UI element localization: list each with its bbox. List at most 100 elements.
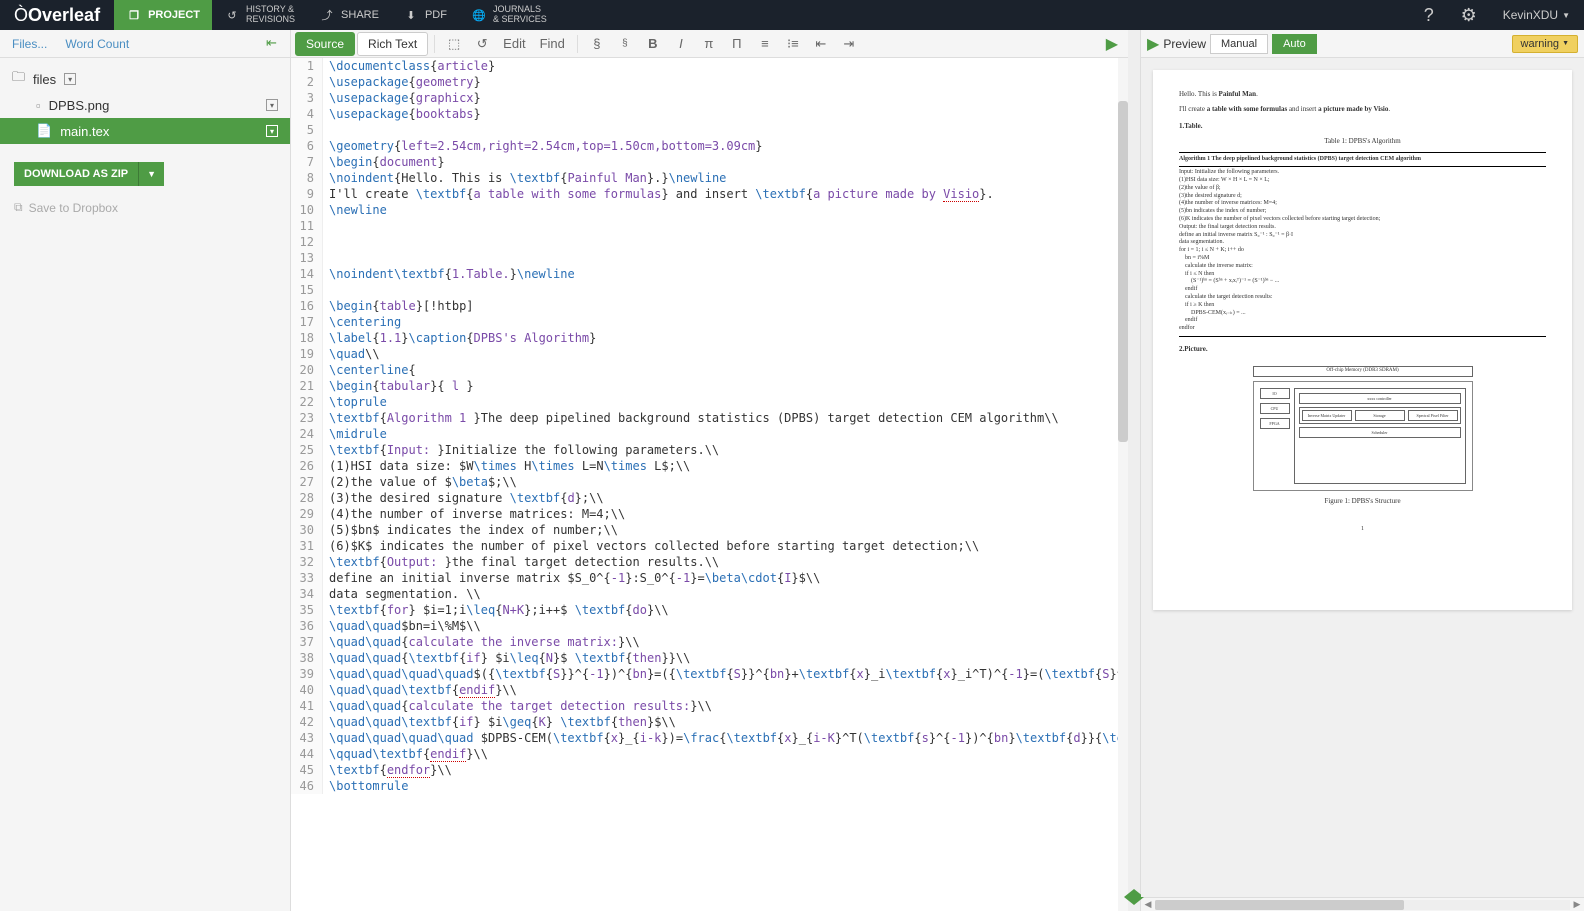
- code-line[interactable]: 44\qquad\textbf{endif}\\: [291, 746, 1128, 762]
- inline-math-button[interactable]: π: [696, 33, 722, 55]
- history-button[interactable]: ↺ HISTORY &REVISIONS: [212, 0, 307, 30]
- code-line[interactable]: 14\noindent\textbf{1.Table.}\newline: [291, 266, 1128, 282]
- brand-logo[interactable]: ÒOverleaf: [0, 0, 114, 30]
- history-icon[interactable]: ↺: [469, 33, 495, 55]
- code-line[interactable]: 27(2)the value of $\beta$;\\: [291, 474, 1128, 490]
- section-button[interactable]: §: [584, 33, 610, 55]
- pdf-viewer[interactable]: Hello. This is Painful Man. I'll create …: [1141, 58, 1584, 897]
- manual-toggle[interactable]: Manual: [1210, 34, 1268, 54]
- project-button[interactable]: ❐ PROJECT: [114, 0, 212, 30]
- pdf-page: Hello. This is Painful Man. I'll create …: [1153, 70, 1572, 610]
- file-row-image[interactable]: ▫ DPBS.png ▾: [0, 92, 290, 118]
- tex-file-icon: 📄: [36, 123, 52, 139]
- code-line[interactable]: 5: [291, 122, 1128, 138]
- code-line[interactable]: 12: [291, 234, 1128, 250]
- bullet-list-button[interactable]: ⁝≡: [780, 33, 806, 55]
- code-line[interactable]: 24\midrule: [291, 426, 1128, 442]
- subsection-button[interactable]: §: [612, 33, 638, 55]
- code-line[interactable]: 3\usepackage{graphicx}: [291, 90, 1128, 106]
- edit-menu[interactable]: Edit: [497, 33, 531, 55]
- code-line[interactable]: 39\quad\quad\quad\quad$({\textbf{S}}^{-1…: [291, 666, 1128, 682]
- code-line[interactable]: 2\usepackage{geometry}: [291, 74, 1128, 90]
- code-line[interactable]: 17\centering: [291, 314, 1128, 330]
- code-line[interactable]: 9I'll create \textbf{a table with some f…: [291, 186, 1128, 202]
- bold-button[interactable]: B: [640, 33, 666, 55]
- triangle-left-icon: [1124, 889, 1134, 905]
- richtext-toggle[interactable]: Rich Text: [357, 32, 428, 56]
- image-file-icon: ▫: [36, 98, 41, 113]
- auto-toggle[interactable]: Auto: [1272, 34, 1317, 54]
- code-line[interactable]: 1\documentclass{article}: [291, 58, 1128, 74]
- go-to-preview-icon[interactable]: ▶: [1100, 34, 1124, 54]
- code-line[interactable]: 32\textbf{Output: }the final target dete…: [291, 554, 1128, 570]
- save-dropbox-link[interactable]: ⧉ Save to Dropbox: [14, 200, 276, 215]
- code-line[interactable]: 28(3)the desired signature \textbf{d};\\: [291, 490, 1128, 506]
- file-row-tex[interactable]: 📄 main.tex ▾: [0, 118, 290, 144]
- display-math-button[interactable]: Π: [724, 33, 750, 55]
- code-line[interactable]: 36\quad\quad$bn=i\%M$\\: [291, 618, 1128, 634]
- chevron-down-icon[interactable]: ▾: [64, 73, 76, 85]
- pdf-button[interactable]: ⬇ PDF: [391, 0, 459, 30]
- code-line[interactable]: 42\quad\quad\textbf{if} $i\geq{K} \textb…: [291, 714, 1128, 730]
- code-line[interactable]: 30(5)$bn$ indicates the index of number;…: [291, 522, 1128, 538]
- code-line[interactable]: 8\noindent{Hello. This is \textbf{Painfu…: [291, 170, 1128, 186]
- files-tab[interactable]: Files...: [6, 35, 53, 53]
- code-line[interactable]: 25\textbf{Input: }Initialize the followi…: [291, 442, 1128, 458]
- numbered-list-button[interactable]: ≡: [752, 33, 778, 55]
- code-line[interactable]: 26(1)HSI data size: $W\times H\times L=N…: [291, 458, 1128, 474]
- code-line[interactable]: 11: [291, 218, 1128, 234]
- column-divider[interactable]: [1128, 30, 1140, 911]
- code-line[interactable]: 31(6)$K$ indicates the number of pixel v…: [291, 538, 1128, 554]
- code-line[interactable]: 7\begin{document}: [291, 154, 1128, 170]
- indent-button[interactable]: ⇥: [836, 33, 862, 55]
- italic-button[interactable]: I: [668, 33, 694, 55]
- settings-button[interactable]: ⚙: [1449, 0, 1489, 30]
- code-line[interactable]: 38\quad\quad{\textbf{if} $i\leq{N}$ \tex…: [291, 650, 1128, 666]
- code-line[interactable]: 20\centerline{: [291, 362, 1128, 378]
- code-line[interactable]: 29(4)the number of inverse matrices: M=4…: [291, 506, 1128, 522]
- editor-scrollbar[interactable]: [1118, 58, 1128, 911]
- code-line[interactable]: 4\usepackage{booktabs}: [291, 106, 1128, 122]
- code-line[interactable]: 15: [291, 282, 1128, 298]
- code-line[interactable]: 40\quad\quad\textbf{endif}\\: [291, 682, 1128, 698]
- code-line[interactable]: 22\toprule: [291, 394, 1128, 410]
- code-line[interactable]: 19\quad\\: [291, 346, 1128, 362]
- wordcount-tab[interactable]: Word Count: [59, 35, 135, 53]
- collapse-sidebar-icon[interactable]: ⇤: [266, 35, 284, 53]
- code-line[interactable]: 34data segmentation. \\: [291, 586, 1128, 602]
- code-line[interactable]: 13: [291, 250, 1128, 266]
- help-button[interactable]: ?: [1409, 0, 1449, 30]
- chevron-down-icon[interactable]: ▾: [266, 125, 278, 137]
- chevron-down-icon[interactable]: ▾: [266, 99, 278, 111]
- code-editor[interactable]: 1\documentclass{article}2\usepackage{geo…: [291, 58, 1128, 911]
- preview-hscroll[interactable]: ◀▶: [1141, 897, 1584, 911]
- code-line[interactable]: 18\label{1.1}\caption{DPBS's Algorithm}: [291, 330, 1128, 346]
- outdent-button[interactable]: ⇤: [808, 33, 834, 55]
- history-icon: ↺: [224, 7, 240, 23]
- code-line[interactable]: 37\quad\quad{calculate the inverse matri…: [291, 634, 1128, 650]
- code-line[interactable]: 41\quad\quad{calculate the target detect…: [291, 698, 1128, 714]
- download-dropdown[interactable]: ▼: [138, 162, 164, 186]
- code-line[interactable]: 46\bottomrule: [291, 778, 1128, 794]
- user-menu[interactable]: KevinXDU▼: [1489, 0, 1584, 30]
- code-line[interactable]: 33define an initial inverse matrix $S_0^…: [291, 570, 1128, 586]
- folder-row[interactable]: 🗀 files ▾: [0, 66, 290, 92]
- code-line[interactable]: 6\geometry{left=2.54cm,right=2.54cm,top=…: [291, 138, 1128, 154]
- upload-icon[interactable]: ⬚: [441, 33, 467, 55]
- code-line[interactable]: 21\begin{tabular}{ l }: [291, 378, 1128, 394]
- code-line[interactable]: 16\begin{table}[!htbp]: [291, 298, 1128, 314]
- preview-label: Preview: [1163, 37, 1206, 51]
- go-to-source-icon[interactable]: ▶: [1147, 34, 1159, 54]
- code-line[interactable]: 10\newline: [291, 202, 1128, 218]
- download-zip-button[interactable]: DOWNLOAD AS ZIP: [14, 162, 138, 186]
- code-line[interactable]: 35\textbf{for} $i=1;i\leq{N+K};i++$ \tex…: [291, 602, 1128, 618]
- source-toggle[interactable]: Source: [295, 32, 355, 56]
- share-button[interactable]: ⤴ SHARE: [307, 0, 391, 30]
- warning-badge[interactable]: warning▼: [1512, 35, 1578, 53]
- find-menu[interactable]: Find: [534, 33, 571, 55]
- code-line[interactable]: 23\textbf{Algorithm 1 }The deep pipeline…: [291, 410, 1128, 426]
- code-line[interactable]: 45\textbf{endfor}\\: [291, 762, 1128, 778]
- code-line[interactable]: 43\quad\quad\quad\quad $DPBS-CEM(\textbf…: [291, 730, 1128, 746]
- preview-column: ▶ Preview Manual Auto warning▼ Hello. Th…: [1140, 30, 1584, 911]
- journals-button[interactable]: 🌐 JOURNALS& SERVICES: [459, 0, 559, 30]
